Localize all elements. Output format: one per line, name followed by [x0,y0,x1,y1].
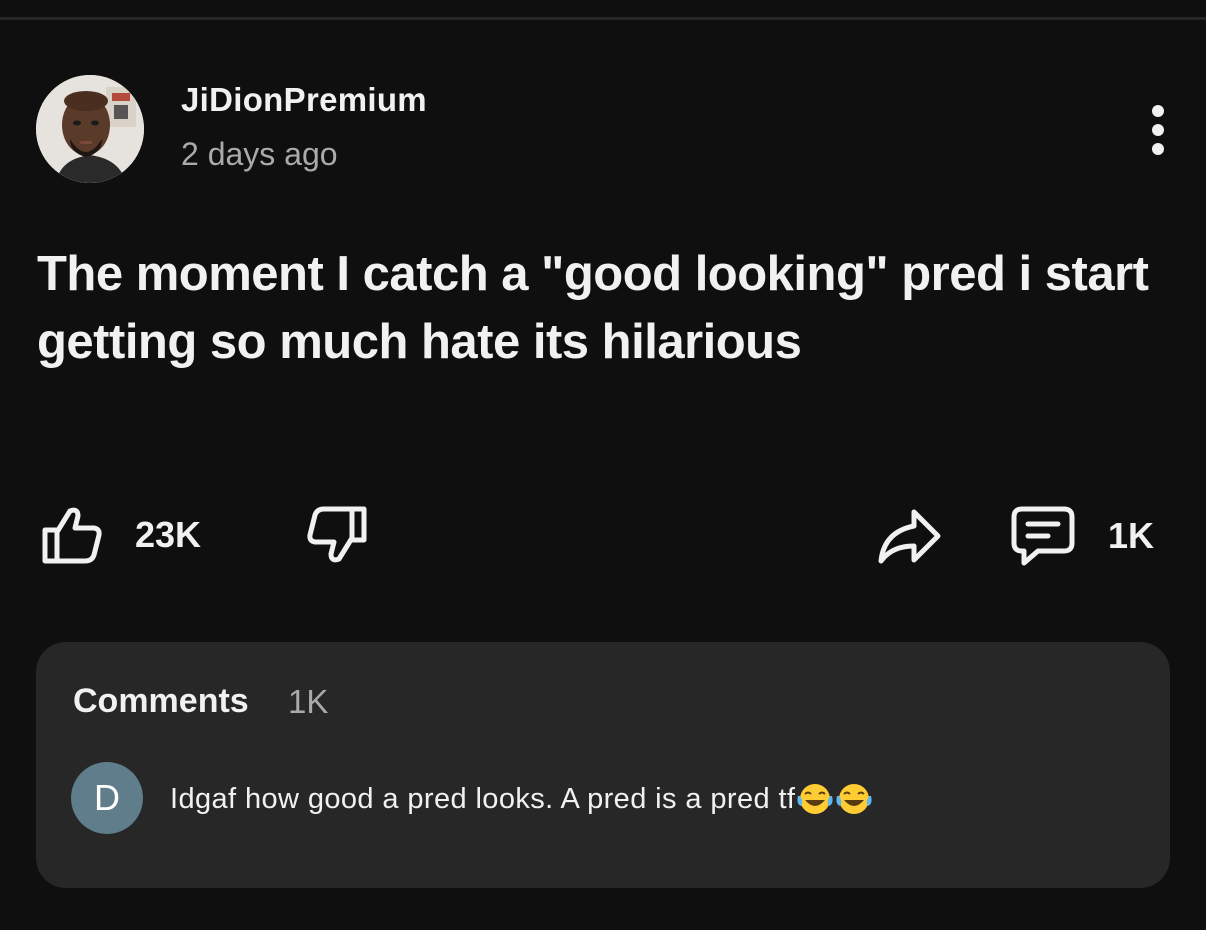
comment-count: 1K [1108,515,1155,556]
commenter-initial: D [94,777,120,818]
comment-preview[interactable]: Idgaf how good a pred looks. A pred is a… [170,782,873,816]
more-vertical-icon-dot [1152,124,1164,136]
author-name[interactable]: JiDionPremium [181,81,427,119]
more-vertical-icon-dot [1152,143,1164,155]
more-vertical-icon [1152,105,1164,117]
commenter-avatar[interactable]: D [71,762,143,834]
post-timestamp: 2 days ago [181,136,338,172]
share-icon [878,509,941,564]
like-button[interactable]: 23K [40,503,201,567]
top-divider [0,17,1206,20]
post-text: The moment I catch a "good looking" pred… [37,247,1149,369]
face-with-tears-of-joy-icon [796,782,834,816]
more-options-button[interactable] [1140,100,1176,160]
comment-icon [1011,506,1075,566]
dislike-button[interactable] [305,503,369,567]
thumbs-up-icon [42,507,102,564]
like-count: 23K [135,514,202,555]
author-photo [36,75,144,183]
share-button[interactable] [876,506,944,566]
face-with-tears-of-joy-icon [835,782,873,816]
thumbs-down-icon [307,506,367,563]
comment-preview-text: Idgaf how good a pred looks. A pred is a… [170,782,796,815]
author-avatar[interactable] [36,75,144,183]
comments-count: 1K [288,683,329,720]
comments-button[interactable]: 1K [1010,505,1154,567]
comments-heading: Comments [73,682,249,720]
comments-section[interactable]: Comments 1K D Idgaf how good a pred look… [36,642,1170,888]
